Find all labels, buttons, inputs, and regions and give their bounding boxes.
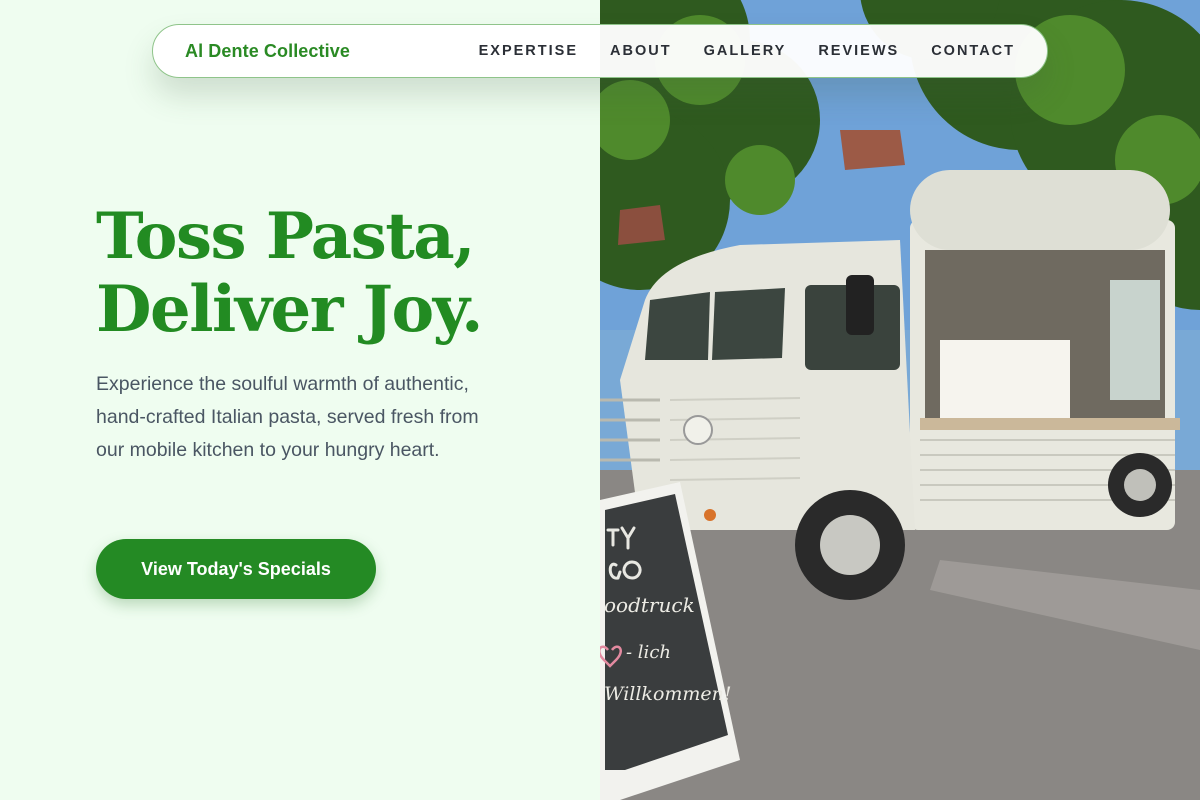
hero-headline: Toss Pasta, Deliver Joy. [96, 200, 576, 346]
nav-link-gallery[interactable]: GALLERY [704, 43, 787, 59]
svg-text:- lich: - lich [626, 642, 671, 663]
hero-photo: oodtruck - lich Willkommen! [600, 0, 1200, 800]
nav-link-reviews[interactable]: REVIEWS [818, 43, 899, 59]
nav-link-contact[interactable]: CONTACT [931, 43, 1015, 59]
nav-link-expertise[interactable]: EXPERTISE [479, 43, 578, 59]
brand-logo-text[interactable]: Al Dente Collective [185, 41, 350, 62]
hero-headline-line2: Deliver Joy. [96, 272, 483, 347]
top-navbar: Al Dente Collective EXPERTISE ABOUT GALL… [152, 24, 1048, 78]
view-specials-button[interactable]: View Today's Specials [96, 539, 376, 599]
hero-description: Experience the soulful warmth of authent… [96, 373, 479, 461]
svg-text:Willkommen!: Willkommen! [604, 683, 732, 705]
nav-link-about[interactable]: ABOUT [610, 43, 672, 59]
food-truck-photo: oodtruck - lich Willkommen! [600, 0, 1200, 800]
svg-text:oodtruck: oodtruck [604, 593, 695, 617]
nav-links: EXPERTISE ABOUT GALLERY REVIEWS CONTACT [479, 43, 1015, 59]
hero-headline-line1: Toss Pasta, [96, 199, 476, 274]
